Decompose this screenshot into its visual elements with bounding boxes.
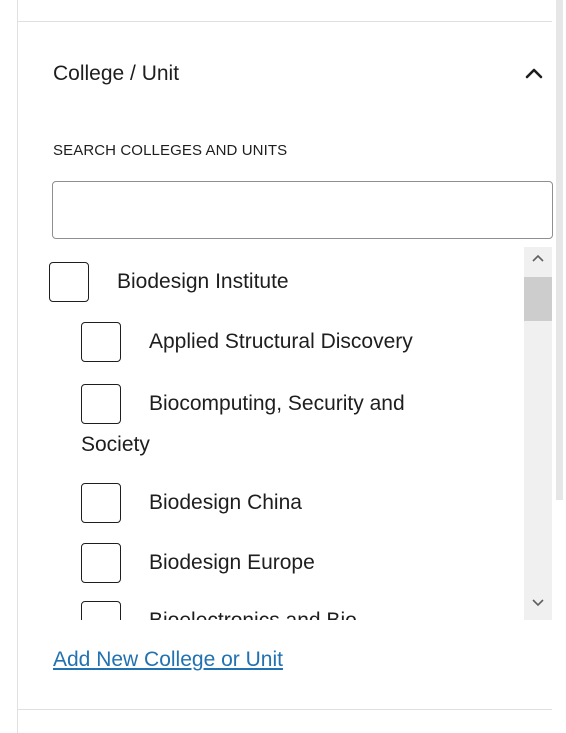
list-item[interactable]: Applied Structural Discovery xyxy=(81,322,413,362)
list-item[interactable]: Biodesign Institute xyxy=(49,262,289,302)
checkbox-applied-structural-discovery[interactable] xyxy=(81,322,121,362)
checkbox-label: Biocomputing, Security and xyxy=(149,392,405,415)
checkbox-biocomputing-security-society[interactable] xyxy=(81,384,121,424)
section-toggle-header[interactable]: College / Unit xyxy=(53,52,548,96)
add-new-college-link[interactable]: Add New College or Unit xyxy=(53,648,283,672)
checkbox-biodesign-china[interactable] xyxy=(81,483,121,523)
scroll-down-arrow-icon[interactable] xyxy=(530,597,546,609)
list-item[interactable]: Biodesign China xyxy=(81,483,302,523)
page-scrollbar-thumb[interactable] xyxy=(556,0,563,500)
list-item[interactable]: Biocomputing, Security and xyxy=(81,384,405,424)
section-title: College / Unit xyxy=(53,62,180,85)
checklist-scrollbar-thumb[interactable] xyxy=(524,277,552,321)
panel-divider-bottom xyxy=(17,709,552,710)
list-item[interactable]: Bioelectronics and Bio... xyxy=(81,601,374,620)
scroll-up-arrow-icon[interactable] xyxy=(530,252,546,264)
checkbox-label: Applied Structural Discovery xyxy=(149,330,413,353)
checkbox-label-wrap: Society xyxy=(81,433,150,456)
search-label: SEARCH COLLEGES AND UNITS xyxy=(53,142,288,159)
checkbox-label: Biodesign Institute xyxy=(117,270,289,293)
checklist[interactable]: Biodesign Institute Applied Structural D… xyxy=(47,247,552,620)
checkbox-bioelectronics[interactable] xyxy=(81,601,121,620)
chevron-up-icon[interactable] xyxy=(522,62,546,86)
checkbox-biodesign-europe[interactable] xyxy=(81,543,121,583)
list-item[interactable]: Biodesign Europe xyxy=(81,543,315,583)
panel-divider-top xyxy=(17,21,552,22)
checkbox-label: Biodesign China xyxy=(149,491,302,514)
checkbox-label: Bioelectronics and Bio... xyxy=(149,609,374,620)
checkbox-label: Biodesign Europe xyxy=(149,551,315,574)
checkbox-biodesign-institute[interactable] xyxy=(49,262,89,302)
search-input[interactable] xyxy=(52,181,553,239)
